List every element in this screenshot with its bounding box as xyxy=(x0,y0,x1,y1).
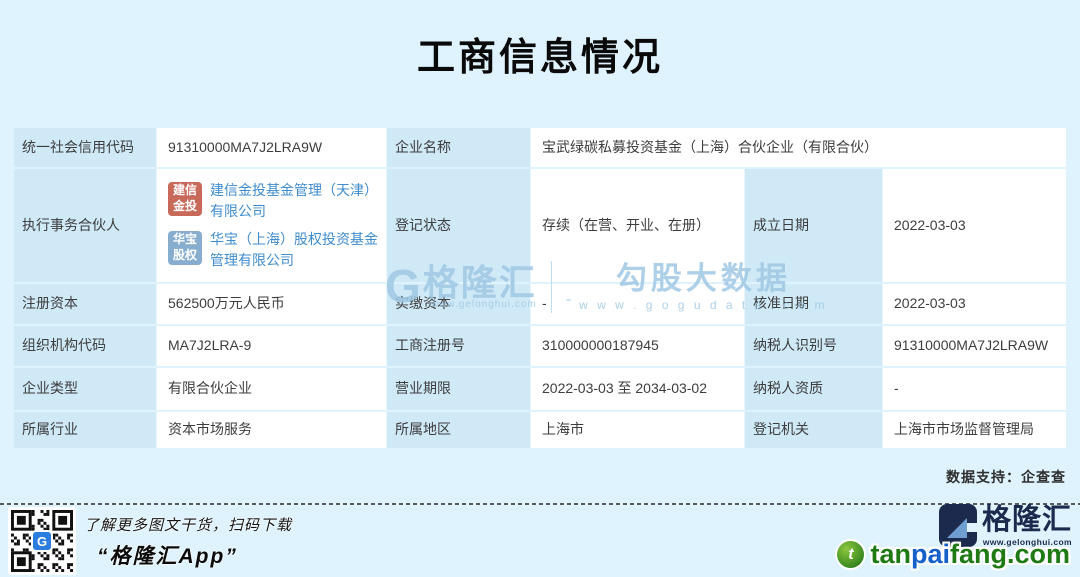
label-registered-capital: 注册资本 xyxy=(14,284,156,324)
label-taxpayer-qualification: 纳税人资质 xyxy=(744,368,882,410)
app-download-qr-code: G xyxy=(8,507,76,575)
qr-center-g-logo-icon: G xyxy=(31,530,53,552)
value-approval-date: 2022-03-03 xyxy=(882,284,1066,324)
partner-row: 建信 金投 建信金投基金管理（天津）有限公司 xyxy=(168,180,382,222)
label-establish-date: 成立日期 xyxy=(744,169,882,282)
value-registration-authority: 上海市市场监督管理局 xyxy=(882,412,1066,448)
table-row: 企业类型 有限合伙企业 营业期限 2022-03-03 至 2034-03-02… xyxy=(14,368,1066,410)
label-company-name: 企业名称 xyxy=(386,128,530,167)
label-region: 所属地区 xyxy=(386,412,530,448)
table-row: 组织机构代码 MA7J2LRA-9 工商注册号 310000000187945 … xyxy=(14,326,1066,366)
qr-caption-line1: 了解更多图文干货，扫码下载 xyxy=(84,514,292,535)
gelonghui-arrow-icon xyxy=(947,518,967,538)
tanpaifang-badge: t tanpaifang.com xyxy=(837,539,1070,570)
value-credit-code: 91310000MA7J2LRA9W xyxy=(156,128,386,167)
label-business-reg-no: 工商注册号 xyxy=(386,326,530,366)
badge-text: 股权 xyxy=(173,248,197,264)
executive-partners-cell: 建信 金投 建信金投基金管理（天津）有限公司 华宝 股权 华宝（上海）股权投资基… xyxy=(156,169,386,282)
table-row: 所属行业 资本市场服务 所属地区 上海市 登记机关 上海市市场监督管理局 xyxy=(14,412,1066,448)
value-org-code: MA7J2LRA-9 xyxy=(156,326,386,366)
label-credit-code: 统一社会信用代码 xyxy=(14,128,156,167)
value-registration-status: 存续（在营、开业、在册） xyxy=(530,169,744,282)
value-taxpayer-qualification: - xyxy=(882,368,1066,410)
table-row: 统一社会信用代码 91310000MA7J2LRA9W 企业名称 宝武绿碳私募投… xyxy=(14,128,1066,167)
partner-link-jianxin[interactable]: 建信金投基金管理（天津）有限公司 xyxy=(210,180,382,222)
gelonghui-logo-text: 格隆汇 xyxy=(982,504,1072,537)
partner-row: 华宝 股权 华宝（上海）股权投资基金管理有限公司 xyxy=(168,229,382,271)
tanpaifang-globe-icon: t xyxy=(837,541,864,568)
partner-badge-huabao: 华宝 股权 xyxy=(168,231,202,265)
value-company-name: 宝武绿碳私募投资基金（上海）合伙企业（有限合伙） xyxy=(530,128,1066,167)
value-taxpayer-id: 91310000MA7J2LRA9W xyxy=(882,326,1066,366)
value-establish-date: 2022-03-03 xyxy=(882,169,1066,282)
tanpaifang-site-text: tanpaifang.com xyxy=(870,539,1070,570)
value-business-term: 2022-03-03 至 2034-03-02 xyxy=(530,368,744,410)
label-industry: 所属行业 xyxy=(14,412,156,448)
badge-text: 华宝 xyxy=(173,232,197,248)
label-executive-partner: 执行事务合伙人 xyxy=(14,169,156,282)
badge-text: 建信 xyxy=(173,183,197,199)
label-paidin-capital: 实缴资本 xyxy=(386,284,530,324)
label-taxpayer-id: 纳税人识别号 xyxy=(744,326,882,366)
table-row: 执行事务合伙人 建信 金投 建信金投基金管理（天津）有限公司 华宝 股权 华宝（… xyxy=(14,169,1066,282)
page-title: 工商信息情况 xyxy=(0,26,1080,81)
business-info-table: 统一社会信用代码 91310000MA7J2LRA9W 企业名称 宝武绿碳私募投… xyxy=(14,128,1066,450)
partner-badge-jianxin: 建信 金投 xyxy=(168,182,202,216)
label-approval-date: 核准日期 xyxy=(744,284,882,324)
qr-caption-app-name: “格隆汇App” xyxy=(97,540,238,570)
data-source-credit: 数据支持：企查查 xyxy=(946,467,1066,487)
table-row: 注册资本 562500万元人民币 实缴资本 - 核准日期 2022-03-03 xyxy=(14,284,1066,324)
dashed-divider xyxy=(0,503,1080,505)
value-industry: 资本市场服务 xyxy=(156,412,386,448)
label-registration-authority: 登记机关 xyxy=(744,412,882,448)
value-company-type: 有限合伙企业 xyxy=(156,368,386,410)
infographic-card: 工商信息情况 统一社会信用代码 91310000MA7J2LRA9W 企业名称 … xyxy=(0,0,1080,577)
value-registered-capital: 562500万元人民币 xyxy=(156,284,386,324)
value-region: 上海市 xyxy=(530,412,744,448)
label-registration-status: 登记状态 xyxy=(386,169,530,282)
label-business-term: 营业期限 xyxy=(386,368,530,410)
value-business-reg-no: 310000000187945 xyxy=(530,326,744,366)
badge-text: 金投 xyxy=(173,199,197,215)
label-company-type: 企业类型 xyxy=(14,368,156,410)
label-org-code: 组织机构代码 xyxy=(14,326,156,366)
value-paidin-capital: - xyxy=(530,284,744,324)
partner-link-huabao[interactable]: 华宝（上海）股权投资基金管理有限公司 xyxy=(210,229,382,271)
